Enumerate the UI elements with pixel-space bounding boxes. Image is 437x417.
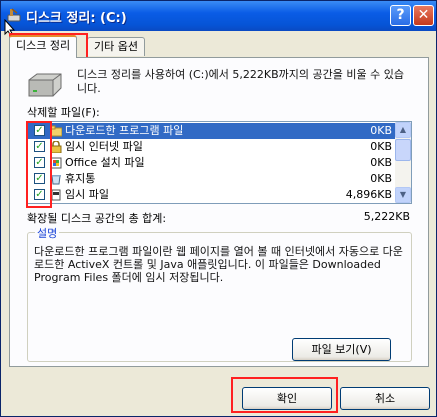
description-title: 설명 <box>35 225 60 241</box>
scroll-thumb[interactable] <box>395 139 411 161</box>
file-name: 휴지통 <box>65 172 96 185</box>
list-item[interactable]: ✓ 휴지통 0KB <box>28 171 396 187</box>
intro-text: 디스크 정리를 사용하여 (C:)에서 5,222KB까지의 공간을 비울 수 … <box>77 68 404 95</box>
tab-more-options[interactable]: 기타 옵션 <box>87 37 145 56</box>
list-item[interactable]: ✓ Office 설치 파일 0KB <box>28 155 396 171</box>
file-name: 다운로드한 프로그램 파일 <box>65 124 184 137</box>
cancel-button[interactable]: 취소 <box>340 387 430 410</box>
lock-icon <box>50 141 62 153</box>
office-icon <box>50 157 62 169</box>
list-item[interactable]: ✓ 임시 파일 4,896KB <box>28 187 396 203</box>
file-name: 임시 파일 <box>65 188 109 201</box>
checkbox[interactable]: ✓ <box>34 125 45 136</box>
vertical-scrollbar[interactable]: ▲ ▼ <box>395 122 411 203</box>
hard-drive-icon <box>28 73 62 97</box>
window-title: 디스크 정리: (C:) <box>26 11 127 26</box>
help-button[interactable]: ? <box>390 5 411 26</box>
temp-file-icon <box>51 189 61 201</box>
file-size: 4,896KB <box>345 188 392 201</box>
tab-panel: 디스크 정리를 사용하여 (C:)에서 5,222KB까지의 공간을 비울 수 … <box>9 57 429 367</box>
files-to-delete-label: 삭제할 파일(F): <box>27 106 100 119</box>
file-size: 0KB <box>370 156 392 169</box>
ok-button[interactable]: 확인 <box>242 387 332 410</box>
list-item[interactable]: ✓ 다운로드한 프로그램 파일 0KB <box>28 123 396 139</box>
disk-cleanup-window: 디스크 정리: (C:) ? ✕ 디스크 정리 기타 옵션 디스크 정리를 사용… <box>0 0 437 417</box>
scroll-down-button[interactable]: ▼ <box>395 187 411 203</box>
total-space-value: 5,222KB <box>363 210 410 223</box>
tab-disk-cleanup[interactable]: 디스크 정리 <box>9 35 78 58</box>
checkbox[interactable]: ✓ <box>34 141 45 152</box>
file-size: 0KB <box>370 172 392 185</box>
checkbox[interactable]: ✓ <box>34 189 45 200</box>
close-button[interactable]: ✕ <box>413 5 434 26</box>
checkbox[interactable]: ✓ <box>34 173 45 184</box>
description-text: 다운로드한 프로그램 파일이란 웹 페이지를 열어 볼 때 인터넷에서 자동으로… <box>34 245 403 284</box>
total-space-label: 확장될 디스크 공간의 총 합계: <box>27 212 167 225</box>
file-size: 0KB <box>370 124 392 137</box>
folder-icon <box>50 125 62 137</box>
title-bar[interactable]: 디스크 정리: (C:) ? ✕ <box>1 1 436 31</box>
files-list[interactable]: ✓ 다운로드한 프로그램 파일 0KB ✓ 임시 인터넷 파일 0KB ✓ Of… <box>27 121 412 204</box>
file-size: 0KB <box>370 140 392 153</box>
scroll-up-button[interactable]: ▲ <box>395 122 411 138</box>
file-name: Office 설치 파일 <box>65 156 145 169</box>
recycle-bin-icon <box>51 175 61 185</box>
list-item[interactable]: ✓ 임시 인터넷 파일 0KB <box>28 139 396 155</box>
view-files-button[interactable]: 파일 보기(V) <box>292 338 391 361</box>
file-name: 임시 인터넷 파일 <box>65 140 143 153</box>
checkbox[interactable]: ✓ <box>34 157 45 168</box>
